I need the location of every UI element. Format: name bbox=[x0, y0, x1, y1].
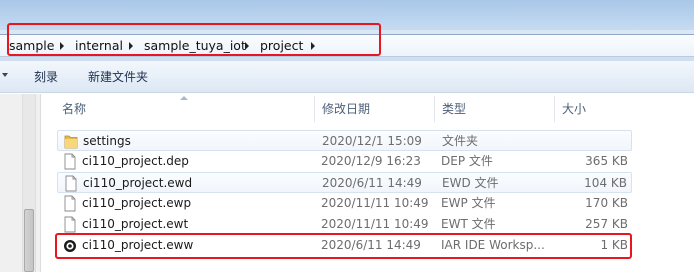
file-annotation-box bbox=[55, 233, 632, 259]
file-type: EWD 文件 bbox=[442, 176, 499, 190]
column-header-modified[interactable]: 修改日期 bbox=[322, 94, 370, 124]
file-name: ci110_project.ewd bbox=[83, 176, 193, 190]
column-divider[interactable] bbox=[434, 96, 435, 122]
file-modified: 2020/12/1 15:09 bbox=[322, 134, 422, 148]
file-row[interactable]: ci110_project.ewd 2020/6/11 14:49 EWD 文件… bbox=[57, 172, 632, 193]
document-icon bbox=[64, 216, 76, 233]
column-header-type[interactable]: 类型 bbox=[442, 94, 466, 124]
address-annotation-box bbox=[7, 23, 381, 56]
file-row[interactable]: ci110_project.ewp 2020/11/11 10:49 EWP 文… bbox=[57, 193, 632, 214]
file-modified: 2020/12/9 16:23 bbox=[321, 154, 421, 168]
new-folder-button[interactable]: 新建文件夹 bbox=[88, 69, 148, 85]
file-size: 104 KB bbox=[584, 176, 627, 190]
pane-divider[interactable] bbox=[40, 94, 41, 272]
file-name: settings bbox=[83, 134, 131, 148]
file-name: ci110_project.dep bbox=[82, 154, 189, 168]
file-name: ci110_project.ewp bbox=[82, 196, 192, 210]
column-divider[interactable] bbox=[314, 96, 315, 122]
document-icon bbox=[65, 175, 77, 192]
column-header-name[interactable]: 名称 bbox=[62, 94, 86, 124]
file-size: 170 KB bbox=[585, 196, 628, 210]
file-size: 365 KB bbox=[585, 154, 628, 168]
file-modified: 2020/11/11 10:49 bbox=[321, 217, 429, 231]
file-type: 文件夹 bbox=[442, 134, 479, 148]
burn-button[interactable]: 刻录 bbox=[34, 69, 58, 85]
navigation-scrollbar-thumb[interactable] bbox=[24, 209, 34, 272]
file-modified: 2020/11/11 10:49 bbox=[321, 196, 429, 210]
file-size: 257 KB bbox=[585, 217, 628, 231]
file-row[interactable]: ci110_project.ewt 2020/11/11 10:49 EWT 文… bbox=[57, 214, 632, 235]
toolbar: 刻录 新建文件夹 bbox=[0, 61, 694, 93]
document-icon bbox=[64, 153, 76, 170]
file-type: EWT 文件 bbox=[441, 217, 496, 231]
document-icon bbox=[64, 195, 76, 212]
file-name: ci110_project.ewt bbox=[82, 217, 189, 231]
toolbar-chevron-icon[interactable] bbox=[2, 73, 8, 77]
column-header-size[interactable]: 大小 bbox=[562, 94, 586, 124]
file-row[interactable]: settings 2020/12/1 15:09 文件夹 bbox=[57, 130, 632, 151]
file-type: EWP 文件 bbox=[441, 196, 496, 210]
file-type: DEP 文件 bbox=[441, 154, 493, 168]
file-row[interactable]: ci110_project.dep 2020/12/9 16:23 DEP 文件… bbox=[57, 151, 632, 172]
folder-icon bbox=[64, 135, 78, 149]
column-divider[interactable] bbox=[554, 96, 555, 122]
sort-ascending-icon bbox=[180, 96, 188, 100]
file-modified: 2020/6/11 14:49 bbox=[322, 176, 422, 190]
